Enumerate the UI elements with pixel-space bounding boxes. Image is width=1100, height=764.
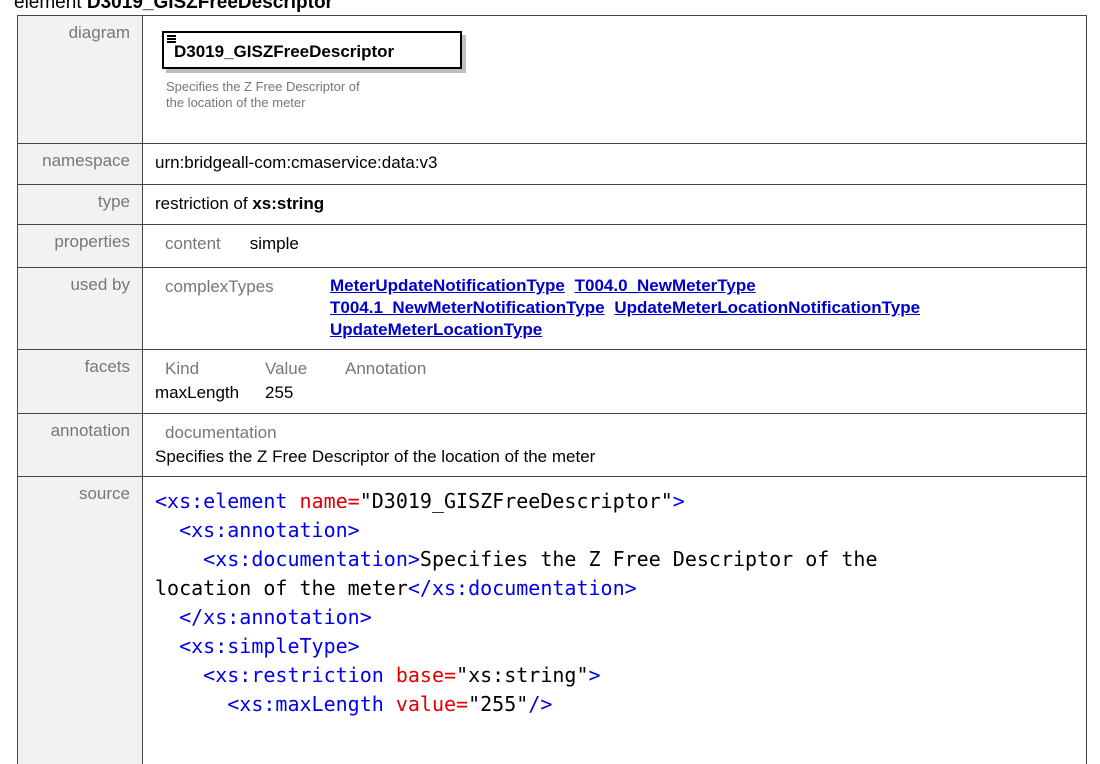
row-used-by: used by complexTypes MeterUpdateNotifica… [17,267,1087,350]
row-type: type restriction of xs:string [17,184,1087,225]
diagram-cell: D3019_GISZFreeDescriptor Specifies the Z… [142,15,1087,144]
element-doc-table: diagram D3019_GISZFreeDescriptor Specifi… [17,15,1087,764]
label-type: type [17,184,143,225]
properties-key: content [165,234,221,253]
src-restriction-close: > [588,663,601,687]
diagram-element-title: D3019_GISZFreeDescriptor [174,42,395,61]
facet-value: 255 [265,383,294,402]
label-properties: properties [17,224,143,268]
src-restriction-open: <xs:restriction [203,663,384,687]
row-annotation: annotation documentation Specifies the Z… [17,413,1087,477]
facets-value: Kind Value Annotation maxLength 255 [142,349,1087,414]
source-code: <xs:element name="D3019_GISZFreeDescript… [142,476,1087,764]
heading-prefix: element [14,0,82,13]
src-element-attr: name= [299,489,360,513]
src-annotation-close: </xs:annotation> [179,605,372,629]
label-source: source [17,476,143,764]
link-t004-0-new-meter-type[interactable]: T004.0_NewMeterType [575,276,756,295]
src-maxlength-close: /> [528,692,553,716]
label-diagram: diagram [17,15,143,144]
src-element-close: > [672,489,685,513]
diagram-description-line2: the location of the meter [166,95,306,110]
annotation-key: documentation [165,423,277,442]
label-facets: facets [17,349,143,414]
src-maxlength-attr: value= [395,692,469,716]
link-meter-update-notification-type[interactable]: MeterUpdateNotificationType [330,276,565,295]
annotation-value: documentation Specifies the Z Free Descr… [142,413,1087,477]
facets-header-row: Kind Value Annotation [155,357,1076,381]
properties-content-value: simple [249,234,299,253]
link-t004-1-new-meter-notification-type[interactable]: T004.1_NewMeterNotificationType [330,298,605,317]
row-properties: properties content simple [17,224,1087,268]
facet-kind: maxLength [155,383,240,402]
page-heading: element D3019_GISZFreeDescriptor [14,0,333,15]
row-facets: facets Kind Value Annotation maxLength 255 [17,349,1087,414]
src-element-open: <xs:element [155,489,288,513]
annotation-text: Specifies the Z Free Descriptor of the l… [155,447,596,466]
src-annotation-open: <xs:annotation> [179,518,360,542]
diagram-element-box[interactable]: D3019_GISZFreeDescriptor [162,31,462,69]
link-update-meter-location-type[interactable]: UpdateMeterLocationType [330,320,542,339]
facets-header-kind: Kind [165,359,200,378]
src-documentation-text-2: location of the meter [155,576,408,600]
diagram-description-line1: Specifies the Z Free Descriptor of [166,79,360,94]
row-namespace: namespace urn:bridgeall-com:cmaservice:d… [17,143,1087,185]
used-by-key: complexTypes [165,277,274,296]
src-element-name: "D3019_GISZFreeDescriptor" [359,489,673,513]
used-by-links: MeterUpdateNotificationType T004.0_NewMe… [330,275,1076,341]
used-by-value: complexTypes MeterUpdateNotificationType… [142,267,1087,350]
label-annotation: annotation [17,413,143,477]
facets-header-value: Value [265,359,308,378]
src-restriction-value: "xs:string" [456,663,589,687]
heading-element-name: D3019_GISZFreeDescriptor [86,0,333,13]
type-value: restriction of xs:string [142,184,1087,225]
src-documentation-open: <xs:documentation> [203,547,420,571]
label-namespace: namespace [17,143,143,185]
link-update-meter-location-notification-type[interactable]: UpdateMeterLocationNotificationType [614,298,920,317]
diagram-description: Specifies the Z Free Descriptor of the l… [166,79,466,111]
type-prefix: restriction of [155,194,248,213]
row-diagram: diagram D3019_GISZFreeDescriptor Specifi… [17,15,1087,144]
properties-value: content simple [142,224,1087,268]
src-documentation-text-1: Specifies the Z Free Descriptor of the [419,547,878,571]
facets-header-annotation: Annotation [345,359,427,378]
src-restriction-attr: base= [395,663,457,687]
namespace-value: urn:bridgeall-com:cmaservice:data:v3 [142,143,1087,185]
row-source: source <xs:element name="D3019_GISZFreeD… [17,476,1087,764]
facets-row: maxLength 255 [155,381,1076,405]
type-base: xs:string [252,194,325,213]
label-used-by: used by [17,267,143,350]
page: element D3019_GISZFreeDescriptor diagram… [0,0,1100,764]
src-maxlength-open: <xs:maxLength [227,692,384,716]
src-documentation-close: </xs:documentation> [407,576,637,600]
src-simpletype-open: <xs:simpleType> [179,634,360,658]
src-maxlength-value: "255" [468,692,529,716]
